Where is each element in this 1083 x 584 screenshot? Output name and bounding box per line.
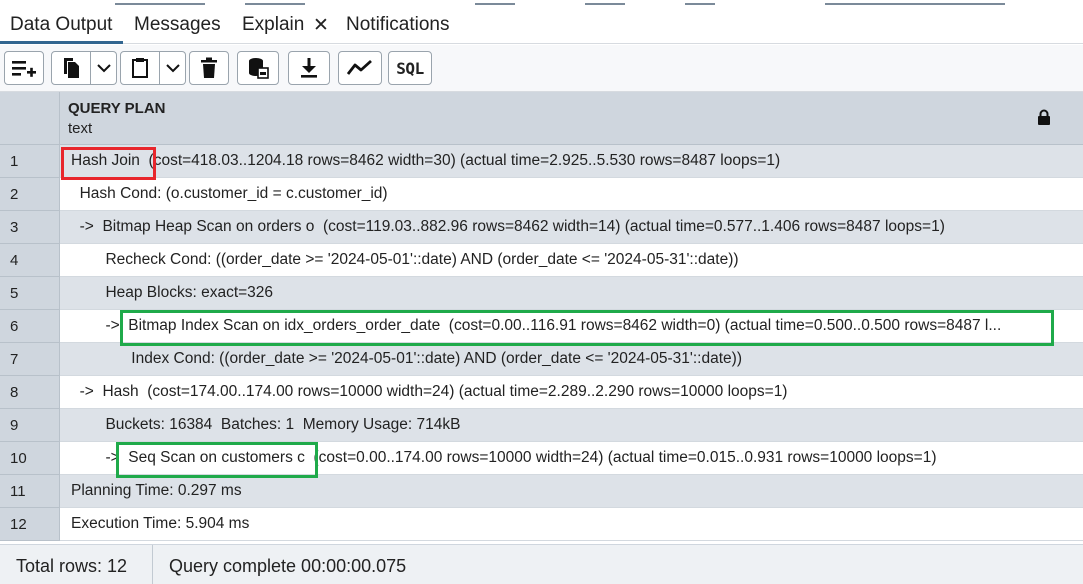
status-bar: Total rows: 12 Query complete 00:00:00.0… [0, 544, 1083, 584]
add-row-icon [12, 61, 36, 77]
paste-split-button[interactable] [120, 51, 186, 85]
row-number[interactable]: 12 [0, 508, 60, 541]
tab-messages[interactable]: Messages [134, 14, 221, 36]
paste-icon [132, 58, 148, 78]
data-output-toolbar: SQL [0, 45, 1083, 92]
query-plan-cell[interactable]: Index Cond: ((order_date >= '2024-05-01'… [60, 343, 1083, 376]
query-plan-cell[interactable]: Buckets: 16384 Batches: 1 Memory Usage: … [60, 409, 1083, 442]
copy-icon [64, 58, 79, 78]
tab-explain[interactable]: Explain [242, 14, 304, 36]
download-icon [301, 58, 317, 78]
query-status: Query complete 00:00:00.075 [169, 556, 407, 576]
row-number[interactable]: 11 [0, 475, 60, 508]
sql-button[interactable]: SQL [388, 51, 432, 85]
graph-visualiser-button[interactable] [338, 51, 382, 85]
tab-strip-decoration [0, 0, 1083, 6]
query-plan-cell[interactable]: -> Bitmap Index Scan on idx_orders_order… [60, 310, 1083, 343]
query-plan-cell[interactable]: Heap Blocks: exact=326 [60, 277, 1083, 310]
row-number[interactable]: 8 [0, 376, 60, 409]
close-icon[interactable]: ✕ [313, 14, 329, 37]
table-row[interactable]: 11 Planning Time: 0.297 ms [0, 475, 1083, 508]
active-tab-indicator [0, 41, 123, 44]
table-row[interactable]: 12 Execution Time: 5.904 ms [0, 508, 1083, 541]
table-row[interactable]: 8 -> Hash (cost=174.00..174.00 rows=1000… [0, 376, 1083, 409]
query-plan-cell[interactable]: Hash Join (cost=418.03..1204.18 rows=846… [60, 145, 1083, 178]
row-number[interactable]: 10 [0, 442, 60, 475]
table-row[interactable]: 2 Hash Cond: (o.customer_id = c.customer… [0, 178, 1083, 211]
delete-row-button[interactable] [189, 51, 229, 85]
column-name: QUERY PLAN [68, 100, 166, 117]
chevron-down-icon [96, 64, 111, 73]
table-row[interactable]: 1 Hash Join (cost=418.03..1204.18 rows=84… [0, 145, 1083, 178]
graph-visualiser-icon [347, 59, 372, 75]
table-row[interactable]: 10 -> Seq Scan on customers c (cost=0.00… [0, 442, 1083, 475]
row-number[interactable]: 5 [0, 277, 60, 310]
table-row[interactable]: 3 -> Bitmap Heap Scan on orders o (cost=… [0, 211, 1083, 244]
paste-button[interactable] [120, 51, 160, 85]
download-button[interactable] [288, 51, 330, 85]
total-rows: Total rows: 12 [16, 556, 128, 576]
table-row[interactable]: 7 Index Cond: ((order_date >= '2024-05-0… [0, 343, 1083, 376]
add-row-button[interactable] [4, 51, 44, 85]
table-row[interactable]: 9 Buckets: 16384 Batches: 1 Memory Usage… [0, 409, 1083, 442]
row-number-header[interactable] [0, 92, 60, 145]
chevron-down-icon [165, 64, 180, 73]
row-number[interactable]: 2 [0, 178, 60, 211]
lock-icon [1038, 109, 1050, 125]
table-row[interactable]: 4 Recheck Cond: ((order_date >= '2024-05… [0, 244, 1083, 277]
copy-split-button[interactable] [51, 51, 117, 85]
copy-button[interactable] [51, 51, 91, 85]
save-data-button[interactable] [237, 51, 279, 85]
paste-options-button[interactable] [160, 51, 186, 85]
row-number[interactable]: 1 [0, 145, 60, 178]
query-plan-cell[interactable]: Hash Cond: (o.customer_id = c.customer_i… [60, 178, 1083, 211]
table-row[interactable]: 5 Heap Blocks: exact=326 [0, 277, 1083, 310]
row-number[interactable]: 9 [0, 409, 60, 442]
row-number[interactable]: 6 [0, 310, 60, 343]
query-plan-cell[interactable]: Planning Time: 0.297 ms [60, 475, 1083, 508]
save-data-icon [249, 58, 269, 79]
query-plan-cell[interactable]: Recheck Cond: ((order_date >= '2024-05-0… [60, 244, 1083, 277]
query-plan-grid: QUERY PLAN text 1 Hash Join (cost=418.03.… [0, 92, 1083, 544]
query-plan-cell[interactable]: -> Hash (cost=174.00..174.00 rows=10000 … [60, 376, 1083, 409]
table-row[interactable]: 6 -> Bitmap Index Scan on idx_orders_ord… [0, 310, 1083, 343]
column-type: text [68, 120, 93, 137]
row-number[interactable]: 4 [0, 244, 60, 277]
query-plan-cell[interactable]: Execution Time: 5.904 ms [60, 508, 1083, 541]
row-number[interactable]: 7 [0, 343, 60, 376]
result-tabs: Data Output Messages Explain ✕ Notificat… [0, 0, 1083, 44]
status-divider [152, 545, 153, 584]
row-number[interactable]: 3 [0, 211, 60, 244]
delete-icon [201, 57, 217, 78]
sql-label: SQL [396, 58, 424, 78]
query-plan-cell[interactable]: -> Seq Scan on customers c (cost=0.00..1… [60, 442, 1083, 475]
column-header-query-plan[interactable]: QUERY PLAN text [60, 92, 1083, 145]
tab-data-output[interactable]: Data Output [10, 14, 112, 36]
query-plan-cell[interactable]: -> Bitmap Heap Scan on orders o (cost=11… [60, 211, 1083, 244]
copy-options-button[interactable] [91, 51, 117, 85]
tab-notifications[interactable]: Notifications [346, 14, 450, 36]
